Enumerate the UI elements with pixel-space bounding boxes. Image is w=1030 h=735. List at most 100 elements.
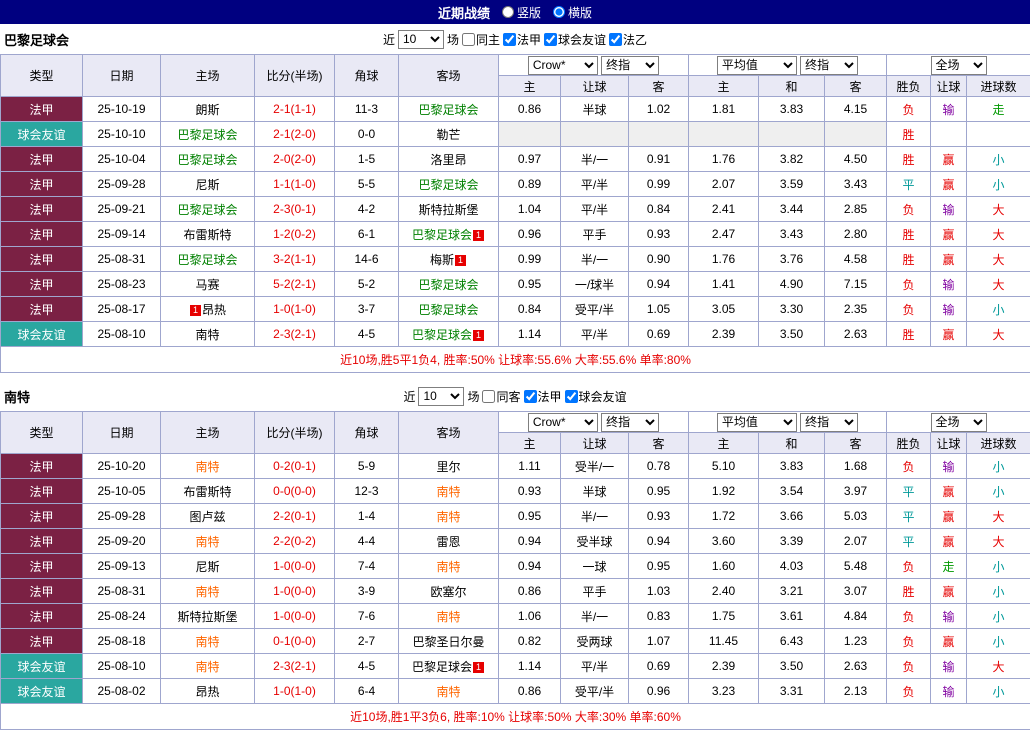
ligue2-checkbox[interactable] <box>609 32 623 46</box>
team-name[interactable]: 巴黎足球会 <box>177 203 237 217</box>
col-header: 客 <box>823 75 888 97</box>
team-name[interactable]: 南特 <box>195 460 219 474</box>
away-team: 南特 <box>398 553 499 579</box>
odds-stage-select[interactable]: 终指 <box>601 55 660 75</box>
team-name[interactable]: 南特 <box>195 328 219 342</box>
match-count-select[interactable]: 10 <box>397 29 444 49</box>
team-name[interactable]: 巴黎足球会 <box>412 228 472 242</box>
team-name[interactable]: 南特 <box>436 610 460 624</box>
match-row: 法甲 25-10-04 巴黎足球会 2-0(2-0) 1-5 洛里昂 0.97 半/一 0.91… <box>0 146 1030 172</box>
team-name[interactable]: 马赛 <box>195 278 219 292</box>
friendly-checkbox[interactable] <box>544 32 558 46</box>
euro-draw-odds: 3.30 <box>758 296 825 322</box>
away-team: 南特 <box>398 478 499 504</box>
table-head: 类型 日期 主场 比分(半场) 角球 客场 Crow* 终指 平均值 终指 全场 <box>0 411 1030 454</box>
team-name[interactable]: 斯特拉斯堡 <box>177 610 237 624</box>
team-name[interactable]: 南特 <box>195 660 219 674</box>
section-title: 巴黎足球会 <box>4 32 70 48</box>
team-name[interactable]: 里尔 <box>436 460 460 474</box>
odds-company-select[interactable]: Crow* <box>527 55 598 75</box>
col-header: 主 <box>688 75 759 97</box>
team-name[interactable]: 昂热 <box>202 303 226 317</box>
team-name[interactable]: 斯特拉斯堡 <box>418 203 478 217</box>
team-name[interactable]: 巴黎足球会 <box>177 128 237 142</box>
score-halftime: 1-2(0-2) <box>254 221 335 247</box>
euro-away-odds: 2.07 <box>823 528 888 554</box>
team-name[interactable]: 勒芒 <box>436 128 460 142</box>
team-name[interactable]: 巴黎足球会 <box>177 253 237 267</box>
same-away-checkbox[interactable] <box>482 389 496 403</box>
friendly-checkbox[interactable] <box>564 389 578 403</box>
team-name[interactable]: 南特 <box>436 560 460 574</box>
team-name[interactable]: 尼斯 <box>195 178 219 192</box>
team-name[interactable]: 巴黎足球会 <box>418 103 478 117</box>
team-name[interactable]: 南特 <box>436 510 460 524</box>
ligue1-checkbox[interactable] <box>503 32 516 46</box>
euro-stage-select[interactable]: 终指 <box>800 412 859 432</box>
asian-away-odds <box>628 121 689 147</box>
team-name[interactable]: 巴黎足球会 <box>412 660 472 674</box>
away-team: 勒芒 <box>398 121 499 147</box>
team-name[interactable]: 洛里昂 <box>430 153 466 167</box>
asian-handicap: 半/一 <box>560 603 629 629</box>
goals-result: 大 <box>966 528 1030 554</box>
team-name[interactable]: 欧塞尔 <box>430 585 466 599</box>
team-name[interactable]: 巴黎足球会 <box>177 153 237 167</box>
match-date: 25-09-28 <box>82 171 161 197</box>
same-home-checkbox[interactable] <box>461 32 475 46</box>
team-name[interactable]: 巴黎足球会 <box>418 178 478 192</box>
team-name[interactable]: 图卢兹 <box>189 510 225 524</box>
match-row: 法甲 25-09-13 尼斯 1-0(0-0) 7-4 南特 0.94 一球 0.95 1.60 4… <box>0 553 1030 579</box>
asian-handicap: 半/一 <box>560 503 629 529</box>
team-name[interactable]: 南特 <box>436 485 460 499</box>
asian-home-odds: 0.86 <box>498 678 561 704</box>
goals-result: 小 <box>966 678 1030 704</box>
team-name[interactable]: 南特 <box>195 585 219 599</box>
match-date: 25-08-23 <box>82 271 161 297</box>
horizontal-radio[interactable] <box>553 6 565 18</box>
goals-result: 大 <box>966 246 1030 272</box>
scope-select[interactable]: 全场 <box>930 55 987 75</box>
score-halftime: 2-2(0-1) <box>254 503 335 529</box>
team-name[interactable]: 尼斯 <box>195 560 219 574</box>
odds-company-select[interactable]: Crow* <box>527 412 598 432</box>
vertical-radio[interactable] <box>501 6 514 18</box>
euro-draw-odds <box>758 121 825 147</box>
score-halftime: 1-0(0-0) <box>254 603 335 629</box>
team-name[interactable]: 巴黎足球会 <box>412 328 472 342</box>
euro-draw-odds: 3.50 <box>758 653 825 679</box>
euro-stage-select[interactable]: 终指 <box>800 55 859 75</box>
asian-away-odds: 1.07 <box>628 628 689 654</box>
away-team: 南特 <box>398 678 499 704</box>
euro-avg-select[interactable]: 平均值 <box>716 55 797 75</box>
team-name[interactable]: 南特 <box>195 635 219 649</box>
euro-home-odds <box>688 121 759 147</box>
team-name[interactable]: 昂热 <box>195 685 219 699</box>
odds-stage-select[interactable]: 终指 <box>601 412 660 432</box>
team-name[interactable]: 巴黎圣日尔曼 <box>412 635 484 649</box>
match-type: 法甲 <box>0 96 83 122</box>
asian-handicap: 平/半 <box>560 653 629 679</box>
asian-handicap: 平/半 <box>560 196 629 222</box>
team-name[interactable]: 雷恩 <box>436 535 460 549</box>
scope-dropdown: 全场 <box>886 411 1030 433</box>
team-name[interactable]: 梅斯 <box>430 253 454 267</box>
handicap-result: 输 <box>930 653 968 679</box>
team-name[interactable]: 巴黎足球会 <box>418 278 478 292</box>
team-name[interactable]: 巴黎足球会 <box>418 303 478 317</box>
team-name[interactable]: 南特 <box>436 685 460 699</box>
corners: 6-1 <box>334 221 399 247</box>
team-name[interactable]: 南特 <box>195 535 219 549</box>
match-count-select[interactable]: 10 <box>418 386 465 406</box>
title-bar: 近期战绩 竖版 横版 <box>0 0 1030 24</box>
ligue1-checkbox[interactable] <box>523 389 537 403</box>
team-name[interactable]: 朗斯 <box>195 103 219 117</box>
match-row: 法甲 25-09-21 巴黎足球会 2-3(0-1) 4-2 斯特拉斯堡 1.04 平/半 0.… <box>0 196 1030 222</box>
euro-avg-select[interactable]: 平均值 <box>716 412 797 432</box>
team-name[interactable]: 布雷斯特 <box>183 228 231 242</box>
layout-radio-vertical: 竖版 <box>501 4 541 21</box>
scope-select[interactable]: 全场 <box>930 412 987 432</box>
handicap-result: 输 <box>930 453 968 479</box>
team-name[interactable]: 布雷斯特 <box>183 485 231 499</box>
euro-home-odds: 2.07 <box>688 171 759 197</box>
